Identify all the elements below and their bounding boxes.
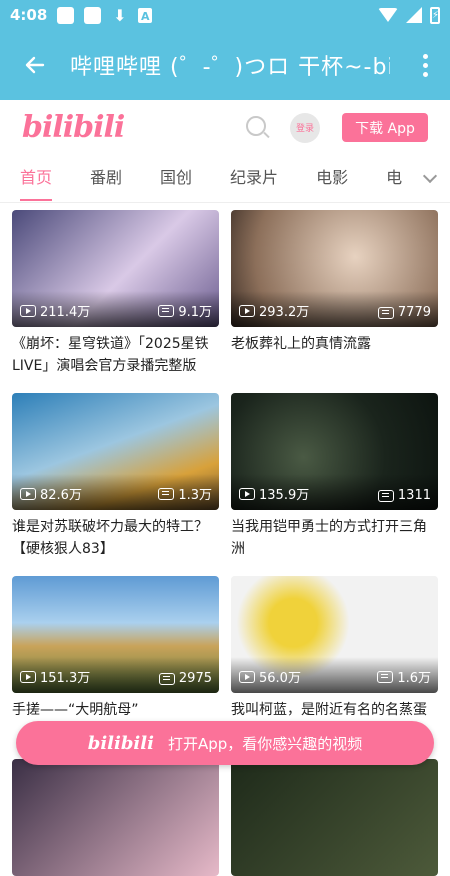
more-dot-icon — [422, 53, 428, 59]
signal-icon — [406, 7, 422, 23]
danmaku-count: 9.1万 — [158, 301, 212, 320]
view-count: 56.0万 — [239, 667, 301, 686]
video-card[interactable]: 82.6万 1.3万 谁是对苏联破坏力最大的特工？【硬核狠人83】 — [12, 393, 219, 560]
open-app-text: 打开App，看你感兴趣的视频 — [167, 734, 363, 753]
tab-home[interactable]: 首页 — [20, 155, 53, 202]
video-card[interactable]: 135.9万 1311 当我用铠甲勇士的方式打开三角洲 — [231, 393, 438, 560]
view-count: 211.4万 — [20, 301, 90, 320]
video-card[interactable]: 56.0万 1.6万 我叫柯蓝，是附近有名的名蒸蛋 — [231, 576, 438, 743]
tab-movie[interactable]: 电影 — [316, 155, 348, 202]
danmaku-count: 2975 — [158, 671, 212, 686]
bilibili-logo[interactable]: bilibili — [22, 110, 125, 145]
battery-icon: ⚡ — [430, 6, 440, 24]
video-thumbnail[interactable] — [12, 759, 219, 876]
arrow-left-icon — [25, 56, 45, 74]
back-button[interactable] — [0, 30, 70, 100]
download-status-icon: ⬇ — [113, 5, 127, 25]
app-bar: 哔哩哔哩 (゜-゜)つロ 干杯~-bilibili — [0, 30, 450, 100]
page-title: 哔哩哔哩 (゜-゜)つロ 干杯~-bilibili — [70, 55, 390, 80]
site-header: bilibili 登录 下载 App — [0, 100, 450, 155]
view-count: 82.6万 — [20, 484, 82, 503]
video-thumbnail[interactable]: 211.4万 9.1万 — [12, 210, 219, 327]
danmaku-icon — [377, 670, 394, 683]
danmaku-count: 1311 — [377, 488, 431, 503]
notification-icon-2 — [84, 6, 102, 24]
video-thumbnail[interactable]: 151.3万 2975 — [12, 576, 219, 693]
tab-documentary[interactable]: 纪录片 — [230, 155, 278, 202]
danmaku-icon — [158, 304, 175, 317]
download-app-button[interactable]: 下载 App — [342, 113, 428, 142]
search-icon[interactable] — [246, 115, 270, 140]
tab-anime[interactable]: 番剧 — [90, 155, 122, 202]
danmaku-icon — [377, 306, 394, 319]
play-count-icon — [20, 487, 36, 500]
video-title[interactable]: 当我用铠甲勇士的方式打开三角洲 — [231, 516, 438, 560]
view-count: 151.3万 — [20, 667, 90, 686]
video-card[interactable]: 211.4万 9.1万 《崩坏：星穹铁道》「2025星铁LIVE」演唱会官方录播… — [12, 210, 219, 377]
category-tabs: 首页 番剧 国创 纪录片 电影 电 — [0, 155, 450, 203]
video-card[interactable]: 293.2万 7779 老板葬礼上的真情流露 — [231, 210, 438, 377]
tab-tv[interactable]: 电 — [386, 155, 402, 202]
expand-tabs-button[interactable] — [410, 155, 450, 202]
status-bar: 4:08 ⬇ A ⚡ — [0, 0, 450, 30]
danmaku-icon — [377, 489, 394, 502]
video-thumbnail[interactable] — [231, 759, 438, 876]
more-dot-icon — [422, 71, 428, 77]
play-count-icon — [20, 670, 36, 683]
video-title[interactable]: 《崩坏：星穹铁道》「2025星铁LIVE」演唱会官方录播完整版 — [12, 333, 219, 377]
tab-guochuang[interactable]: 国创 — [160, 155, 192, 202]
view-count: 135.9万 — [239, 484, 309, 503]
wifi-icon — [378, 8, 398, 22]
status-time: 4:08 — [10, 6, 48, 24]
video-thumbnail[interactable]: 135.9万 1311 — [231, 393, 438, 510]
video-card[interactable] — [12, 759, 219, 876]
chevron-down-icon — [422, 168, 438, 184]
video-title[interactable]: 老板葬礼上的真情流露 — [231, 333, 438, 377]
video-thumbnail[interactable]: 293.2万 7779 — [231, 210, 438, 327]
danmaku-icon — [158, 487, 175, 500]
app-status-icon: A — [138, 7, 153, 23]
danmaku-count: 1.3万 — [158, 484, 212, 503]
status-indicators: ⚡ — [378, 6, 440, 24]
video-title[interactable]: 谁是对苏联破坏力最大的特工？【硬核狠人83】 — [12, 516, 219, 560]
play-count-icon — [239, 487, 255, 500]
notification-icon — [57, 6, 75, 24]
open-app-banner[interactable]: bilibili 打开App，看你感兴趣的视频 — [16, 721, 434, 765]
video-thumbnail[interactable]: 82.6万 1.3万 — [12, 393, 219, 510]
more-dot-icon — [422, 62, 428, 68]
bilibili-logo: bilibili — [87, 732, 154, 754]
play-count-icon — [239, 670, 255, 683]
danmaku-count: 7779 — [377, 305, 431, 320]
video-thumbnail[interactable]: 56.0万 1.6万 — [231, 576, 438, 693]
play-count-icon — [239, 304, 255, 317]
danmaku-count: 1.6万 — [377, 667, 431, 686]
login-button[interactable]: 登录 — [290, 112, 320, 143]
video-card[interactable]: 151.3万 2975 手搓——“大明航母” — [12, 576, 219, 743]
view-count: 293.2万 — [239, 301, 309, 320]
video-card[interactable] — [231, 759, 438, 876]
play-count-icon — [20, 304, 36, 317]
danmaku-icon — [158, 672, 175, 685]
more-options-button[interactable] — [400, 30, 450, 100]
